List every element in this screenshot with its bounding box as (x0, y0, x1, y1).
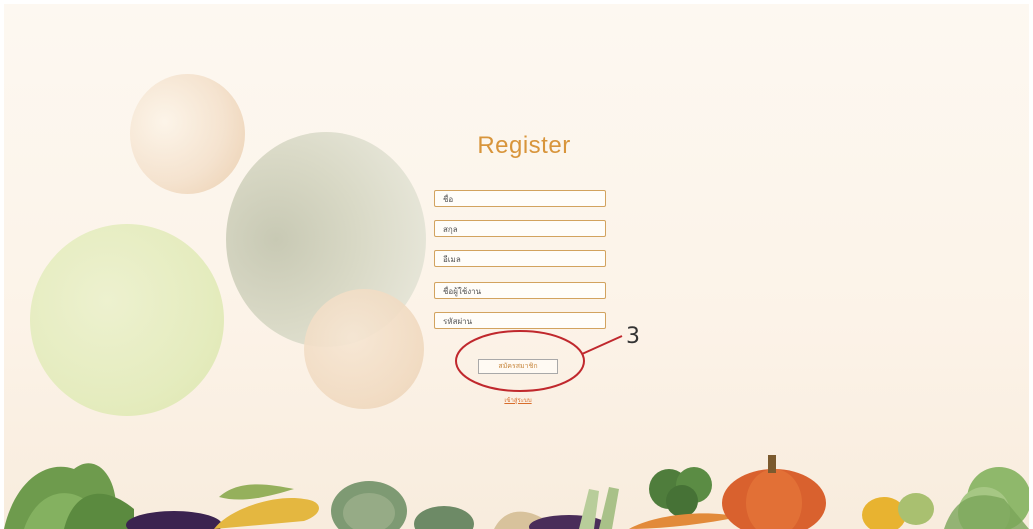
annotation-pointer (581, 335, 623, 355)
highlight-ellipse (455, 330, 585, 392)
vegetable-illustration (4, 455, 1029, 529)
register-page: Register ชื่อ สกุล อีเมล ชื่อผู้ใช้งาน ร… (4, 4, 1029, 529)
annotation-number: 3 (626, 324, 640, 349)
